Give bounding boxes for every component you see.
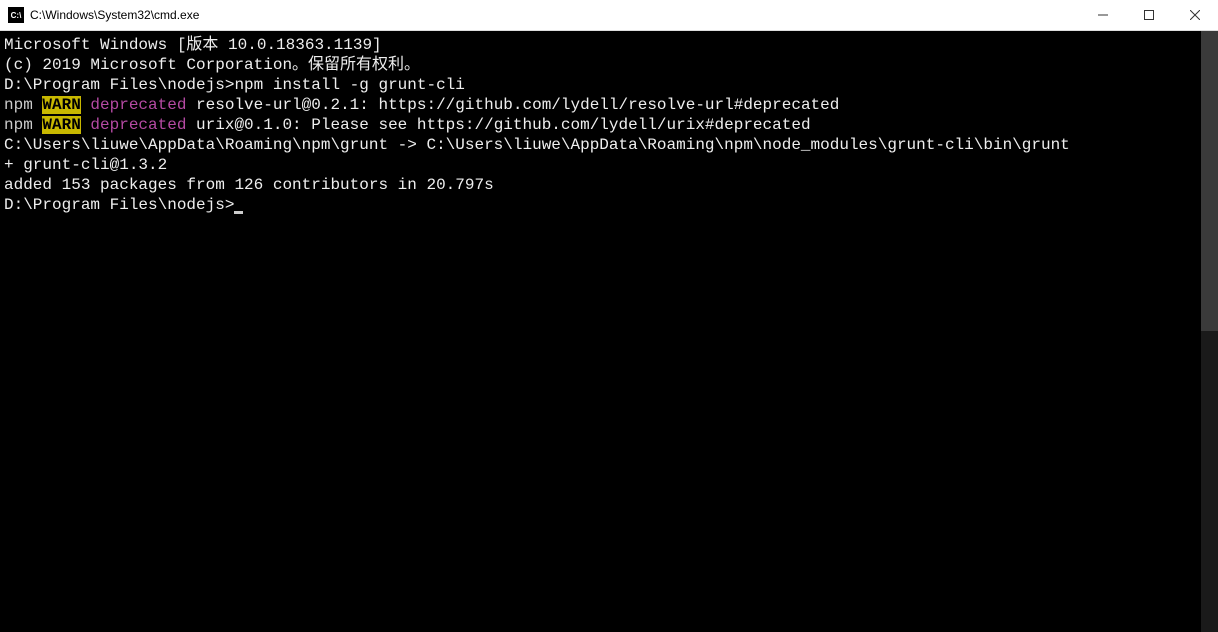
line-warn2: npm WARN deprecated urix@0.1.0: Please s… — [4, 115, 1218, 135]
line-plus: + grunt-cli@1.3.2 — [4, 155, 1218, 175]
warn-badge: WARN — [42, 96, 80, 114]
terminal-output[interactable]: Microsoft Windows [版本 10.0.18363.1139](c… — [0, 31, 1218, 632]
line-added: added 153 packages from 126 contributors… — [4, 175, 1218, 195]
minimize-button[interactable] — [1080, 0, 1126, 30]
warn1-message: resolve-url@0.2.1: https://github.com/ly… — [186, 96, 839, 114]
maximize-button[interactable] — [1126, 0, 1172, 30]
window-titlebar: C:\ C:\Windows\System32\cmd.exe — [0, 0, 1218, 31]
line-link: C:\Users\liuwe\AppData\Roaming\npm\grunt… — [4, 135, 1218, 155]
warn-badge: WARN — [42, 116, 80, 134]
line-prompt-cmd: D:\Program Files\nodejs>npm install -g g… — [4, 75, 1218, 95]
deprecated-label: deprecated — [81, 96, 187, 114]
line-warn1: npm WARN deprecated resolve-url@0.2.1: h… — [4, 95, 1218, 115]
titlebar-left: C:\ C:\Windows\System32\cmd.exe — [0, 7, 199, 23]
warn2-message: urix@0.1.0: Please see https://github.co… — [186, 116, 810, 134]
vertical-scrollbar[interactable] — [1201, 31, 1218, 632]
prompt-path: D:\Program Files\nodejs> — [4, 76, 234, 94]
cmd-icon: C:\ — [8, 7, 24, 23]
line-copyright: (c) 2019 Microsoft Corporation。保留所有权利。 — [4, 55, 1218, 75]
close-button[interactable] — [1172, 0, 1218, 30]
cursor — [234, 211, 243, 214]
scrollbar-thumb[interactable] — [1201, 31, 1218, 331]
window-title: C:\Windows\System32\cmd.exe — [30, 8, 199, 22]
deprecated-label: deprecated — [81, 116, 187, 134]
line-version: Microsoft Windows [版本 10.0.18363.1139] — [4, 35, 1218, 55]
npm-prefix: npm — [4, 116, 42, 134]
prompt-command: npm install -g grunt-cli — [234, 76, 464, 94]
npm-prefix: npm — [4, 96, 42, 114]
window-controls — [1080, 0, 1218, 30]
line-prompt2: D:\Program Files\nodejs> — [4, 195, 1218, 215]
prompt-path: D:\Program Files\nodejs> — [4, 196, 234, 214]
